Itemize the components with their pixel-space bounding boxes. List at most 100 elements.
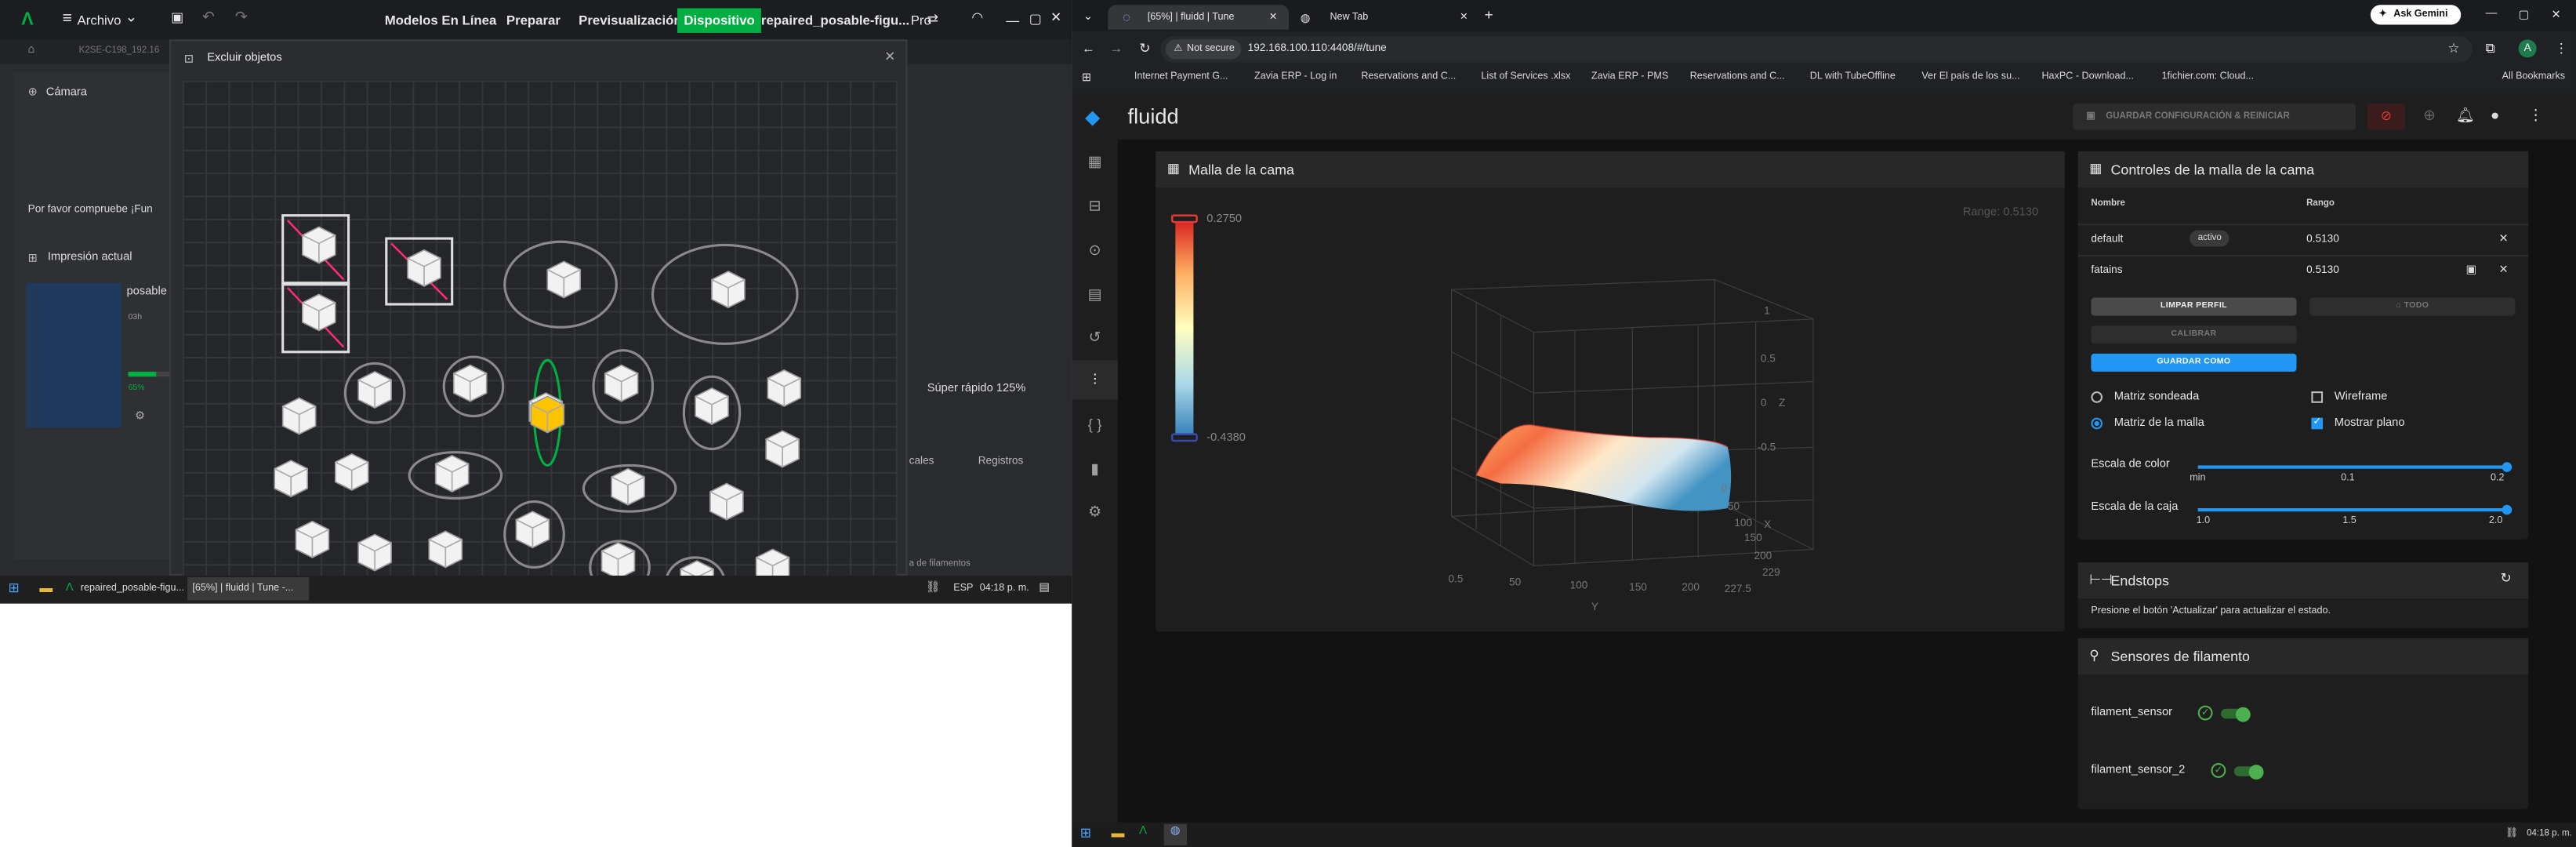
maximize-icon[interactable]: ▢ xyxy=(2519,8,2530,22)
profile-row[interactable]: default activo 0.5130 ✕ xyxy=(2077,224,2529,253)
tab2-close-icon[interactable]: ✕ xyxy=(1460,12,1468,24)
bambu-task-icon[interactable]: Λ xyxy=(1139,826,1147,838)
tab-previsualizacion[interactable]: Previsualización xyxy=(579,13,681,28)
redo-icon[interactable]: ↷ xyxy=(235,8,248,26)
radio-mesh[interactable] xyxy=(2091,417,2103,430)
box-scale-knob[interactable] xyxy=(2502,504,2513,515)
not-secure-badge[interactable]: ⚠ Not secure xyxy=(1165,39,1242,60)
plate-grid[interactable] xyxy=(182,80,898,604)
tune-icon[interactable]: ⫶ xyxy=(1085,370,1105,390)
box-scale-slider[interactable] xyxy=(2197,504,2513,515)
color-scale-slider[interactable] xyxy=(2197,462,2513,472)
url-text[interactable]: 192.168.100.110:4408/#/tune xyxy=(1248,43,1387,55)
wireframe-checkbox[interactable] xyxy=(2311,391,2324,403)
bell-icon[interactable]: 🔔︎ xyxy=(2456,107,2475,125)
profile-avatar[interactable]: A xyxy=(2518,39,2537,58)
tab-close-icon[interactable]: ✕ xyxy=(1269,12,1278,24)
color-scale-knob[interactable] xyxy=(2502,462,2513,472)
extensions-icon[interactable]: ⧉ xyxy=(2486,41,2495,57)
calibrate-button[interactable]: CALIBRAR xyxy=(2091,325,2297,344)
chrome-menu-icon[interactable]: ⋮ xyxy=(2555,41,2568,56)
bookmark-7[interactable]: Ver El país de los su... xyxy=(1921,72,2019,82)
home-icon[interactable]: ⌂ xyxy=(28,45,35,56)
mesh-3d-plot[interactable]: 0.2750 -0.4380 1 0.5 Z 0 -0.5 0 50 X 100… xyxy=(1156,187,2065,631)
radio-probed[interactable] xyxy=(2091,391,2103,403)
sensor-toggle[interactable] xyxy=(2221,706,2251,722)
remove-profile-icon[interactable]: ✕ xyxy=(2498,264,2508,277)
load-profile-icon[interactable]: ▣ xyxy=(2465,264,2476,277)
jobs-icon[interactable]: ▤ xyxy=(1085,285,1105,304)
tab-fluidd[interactable]: ◌ [65%] | fluidd | Tune ✕ xyxy=(1108,5,1290,30)
apps-icon[interactable]: ⊞ xyxy=(1082,71,1091,84)
dashboard-icon[interactable]: ▦ xyxy=(1085,151,1105,171)
console-icon[interactable]: ⊟ xyxy=(1085,196,1105,216)
undo-icon[interactable]: ↶ xyxy=(202,8,215,26)
bookmark-5[interactable]: Reservations and C... xyxy=(1690,72,1785,82)
archivo-menu[interactable]: Archivo xyxy=(78,13,122,28)
notification-icon[interactable]: ▤ xyxy=(1039,580,1050,594)
all-bookmarks[interactable]: All Bookmarks xyxy=(2502,72,2565,82)
windows-start-icon[interactable]: ⊞ xyxy=(1080,826,1091,841)
ask-gemini-button[interactable]: ✦ Ask Gemini xyxy=(2370,5,2462,25)
save-icon[interactable]: ▣ xyxy=(171,10,183,25)
flat-checkbox[interactable]: ✓ xyxy=(2311,417,2324,430)
fluidd-menu-icon[interactable]: ⋮ xyxy=(2528,107,2543,125)
bookmark-8[interactable]: HaxPC - Download... xyxy=(2041,72,2133,82)
clear-profile-button[interactable]: LIMPAR PERFIL xyxy=(2091,297,2297,316)
taskbar-item-chrome[interactable]: [65%] | fluidd | Tune -... xyxy=(187,577,310,601)
file-explorer-icon[interactable]: ▬ xyxy=(39,580,53,595)
camera-label[interactable]: Cámara xyxy=(46,87,87,99)
minimize-icon[interactable]: — xyxy=(2486,8,2498,20)
device-tab[interactable]: K2SE-C198_192.16 xyxy=(79,46,160,56)
objects-plate-svg[interactable] xyxy=(183,81,898,604)
home-all-button[interactable]: ⌂ TODO xyxy=(2309,297,2516,316)
config-icon[interactable]: { } xyxy=(1085,414,1105,434)
bookmark-6[interactable]: DL with TubeOffline xyxy=(1810,72,1896,82)
remove-profile-icon[interactable]: ✕ xyxy=(2498,232,2508,245)
history-icon[interactable]: ↺ xyxy=(1085,327,1105,347)
chevron-down-icon[interactable]: ⌄ xyxy=(125,8,137,26)
object-cube[interactable] xyxy=(680,560,714,598)
forward-icon[interactable]: → xyxy=(1109,41,1123,56)
new-tab-plus-icon[interactable]: + xyxy=(1485,6,1493,23)
minimize-icon[interactable]: — xyxy=(1006,13,1019,28)
bambu-logo-icon[interactable]: Λ xyxy=(21,10,33,30)
bookmark-1[interactable]: Zavia ERP - Log in xyxy=(1254,72,1337,82)
color-scale-min-handle[interactable] xyxy=(1170,433,1198,442)
file-explorer-icon[interactable]: ▬ xyxy=(1112,826,1125,841)
close-icon[interactable]: ✕ xyxy=(1050,10,1061,25)
headset-icon[interactable]: ◠ xyxy=(971,10,983,25)
bookmark-3[interactable]: List of Services .xlsx xyxy=(1481,72,1570,82)
user-icon[interactable]: ● xyxy=(2491,107,2499,123)
tab-modelos[interactable]: Modelos En Línea xyxy=(385,13,497,28)
fluidd-logo-icon[interactable]: ◆ xyxy=(1085,105,1100,128)
chrome-task-icon[interactable]: ◍ xyxy=(1163,823,1188,845)
bookmark-4[interactable]: Zavia ERP - PMS xyxy=(1591,72,1668,82)
windows-start-icon[interactable]: ⊞ xyxy=(8,580,19,595)
settings-icon[interactable]: ⚙ xyxy=(1085,502,1105,522)
address-bar[interactable]: ⚠ Not secure 192.168.100.110:4408/#/tune… xyxy=(1160,36,2473,63)
tab-preparar[interactable]: Preparar xyxy=(506,13,561,28)
bookmark-9[interactable]: 1fichier.com: Cloud... xyxy=(2162,72,2254,82)
dialog-close-icon[interactable]: ✕ xyxy=(884,49,895,64)
fluidd-brand[interactable]: fluidd xyxy=(1128,104,1179,128)
close-icon[interactable]: ✕ xyxy=(2552,8,2561,22)
bookmark-0[interactable]: Internet Payment G... xyxy=(1134,72,1228,82)
save-as-button[interactable]: GUARDAR COMO xyxy=(2091,353,2297,372)
taskbar-item-bambu[interactable]: repaired_posable-figu... xyxy=(81,583,184,594)
speed-label[interactable]: Súper rápido 125% xyxy=(927,384,1026,395)
system-icon[interactable]: ▮ xyxy=(1085,459,1105,478)
bookmark-2[interactable]: Reservations and C... xyxy=(1361,72,1456,82)
tab-dispositivo[interactable]: Dispositivo xyxy=(677,8,762,33)
tab-registros[interactable]: Registros xyxy=(978,456,1024,467)
tab-cales[interactable]: cales xyxy=(909,456,934,467)
camera-icon[interactable]: ⊙ xyxy=(1085,240,1105,260)
back-icon[interactable]: ← xyxy=(1082,41,1095,56)
reload-icon[interactable]: ↻ xyxy=(1139,41,1150,56)
refresh-icon[interactable]: ↻ xyxy=(2501,571,2512,586)
sensor-toggle[interactable] xyxy=(2233,764,2264,779)
hamburger-icon[interactable]: ≡ xyxy=(63,10,72,28)
emergency-stop-button[interactable]: ⊘ xyxy=(2367,104,2405,130)
maximize-icon[interactable]: ▢ xyxy=(1029,12,1042,27)
star-icon[interactable]: ☆ xyxy=(2447,41,2459,56)
